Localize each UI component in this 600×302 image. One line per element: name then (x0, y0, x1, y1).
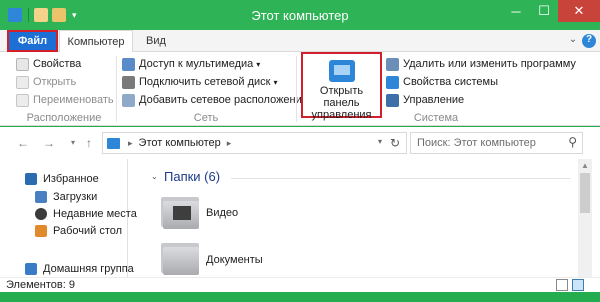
nav-item-favorites[interactable]: Избранное (25, 171, 99, 187)
homegroup-icon (25, 263, 37, 275)
open-control-panel-button[interactable]: Открыть панель управления (301, 52, 382, 121)
recent-places-icon (35, 208, 47, 220)
properties-button[interactable]: Свойства (16, 56, 81, 72)
section-title-folders[interactable]: Папки (6) (164, 169, 220, 184)
rename-label: Переименовать (33, 94, 114, 106)
manage-icon (386, 93, 399, 107)
nav-item-homegroup[interactable]: Домашняя группа (25, 261, 134, 277)
control-panel-label-line1: Открыть панель (319, 85, 364, 109)
address-bar[interactable]: ▸ Этот компьютер ▸ ▾ ↻ (102, 132, 407, 154)
dropdown-arrow-icon: ▾ (256, 59, 261, 69)
nav-item-label: Загрузки (53, 191, 98, 203)
collapse-ribbon-icon[interactable]: ⌄ (566, 34, 580, 48)
group-label-location: Расположение (26, 112, 102, 124)
system-properties-icon (386, 75, 399, 89)
folder-documents-icon[interactable] (161, 239, 201, 275)
up-arrow-icon[interactable]: ↑ (82, 136, 96, 150)
recent-locations-icon[interactable]: ▾ (66, 136, 80, 150)
add-network-location-label: Добавить сетевое расположение (139, 94, 308, 106)
map-network-drive-label: Подключить сетевой диск (139, 76, 271, 88)
uninstall-program-button[interactable]: Удалить или изменить программу (386, 56, 576, 72)
tab-view[interactable]: Вид (136, 30, 176, 52)
media-icon (122, 57, 135, 71)
group-label-network: Сеть (193, 112, 219, 124)
star-icon (25, 173, 37, 185)
open-icon (16, 75, 29, 89)
status-bar: Элементов: 9 (0, 277, 600, 292)
nav-item-downloads[interactable]: Загрузки (35, 189, 97, 205)
collapse-section-icon[interactable]: ⌄ (151, 172, 158, 181)
vertical-scrollbar[interactable]: ▲ (578, 159, 592, 277)
ribbon-panel: Свойства Открыть Переименовать Расположе… (0, 52, 600, 126)
add-network-location-button[interactable]: Добавить сетевое расположение (122, 92, 308, 108)
manage-button[interactable]: Управление (386, 92, 464, 108)
folder-video-icon[interactable] (161, 193, 201, 229)
scrollbar-thumb[interactable] (580, 173, 590, 213)
nav-item-label: Рабочий стол (53, 225, 123, 237)
manage-label: Управление (403, 94, 465, 106)
item-count: Элементов: 9 (6, 279, 75, 291)
media-access-label: Доступ к мультимедиа (139, 58, 254, 70)
control-panel-label-line2: управления (311, 109, 372, 121)
check-icon (16, 57, 29, 71)
uninstall-program-label: Удалить или изменить программу (403, 58, 576, 70)
map-network-drive-button[interactable]: Подключить сетевой диск ▾ (122, 74, 277, 90)
nav-item-label: Избранное (43, 173, 99, 185)
dropdown-arrow-icon: ▾ (273, 77, 278, 87)
tab-computer[interactable]: Компьютер (59, 30, 133, 53)
folder-label-video[interactable]: Видео (206, 207, 238, 219)
rename-button[interactable]: Переименовать (16, 92, 114, 108)
breadcrumb-this-pc[interactable]: Этот компьютер (139, 137, 221, 149)
navigation-bar: ← → ▾ ↑ ▸ Этот компьютер ▸ ▾ ↻ Поиск: Эт… (0, 127, 600, 159)
minimize-button[interactable]: ─ (502, 0, 530, 22)
title-bar: ▾ Этот компьютер ─ ☐ ✕ (0, 0, 600, 30)
properties-label: Свойства (33, 58, 82, 70)
nav-item-label: Недавние места (53, 208, 137, 220)
navigation-tree: Избранное Загрузки Недавние места Рабочи… (13, 159, 137, 277)
group-separator (116, 56, 117, 122)
navigation-pane: Избранное Загрузки Недавние места Рабочи… (0, 159, 141, 277)
explorer-window: ▾ Этот компьютер ─ ☐ ✕ Файл Компьютер Ви… (0, 0, 600, 302)
tab-file[interactable]: Файл (7, 30, 58, 52)
group-label-system: Система (413, 112, 459, 124)
system-properties-button[interactable]: Свойства системы (386, 74, 498, 90)
nav-item-desktop[interactable]: Рабочий стол (35, 223, 122, 239)
network-drive-icon (122, 75, 135, 89)
search-input[interactable]: Поиск: Этот компьютер ⚲ (410, 132, 583, 154)
search-icon[interactable]: ⚲ (568, 135, 577, 149)
forward-arrow-icon[interactable]: → (42, 136, 56, 150)
close-button[interactable]: ✕ (558, 0, 600, 22)
address-history-icon[interactable]: ▾ (378, 137, 382, 146)
nav-item-recent-places[interactable]: Недавние места (35, 206, 137, 222)
control-panel-icon (328, 60, 355, 82)
breadcrumb-separator-icon[interactable]: ▸ (227, 138, 232, 149)
computer-icon (107, 137, 120, 149)
scroll-up-icon[interactable]: ▲ (578, 161, 592, 170)
open-button[interactable]: Открыть (16, 74, 76, 90)
system-properties-label: Свойства системы (403, 76, 499, 88)
breadcrumb-separator-icon[interactable]: ▸ (128, 138, 133, 149)
details-view-icon[interactable] (556, 279, 568, 291)
help-icon[interactable]: ? (582, 34, 596, 48)
folder-label-documents[interactable]: Документы (206, 254, 263, 266)
section-divider (231, 178, 571, 179)
rename-icon (16, 93, 29, 107)
nav-item-label: Домашняя группа (43, 263, 134, 275)
large-icons-view-icon[interactable] (572, 279, 584, 291)
media-access-button[interactable]: Доступ к мультимедиа ▾ (122, 56, 260, 72)
network-location-icon (122, 93, 135, 107)
group-separator (296, 56, 297, 122)
content-pane: ⌄ Папки (6) Видео Документы (141, 159, 600, 277)
ribbon-tabs: Файл Компьютер Вид ⌄ ? (0, 30, 600, 53)
refresh-icon[interactable]: ↻ (390, 136, 400, 150)
desktop-icon (35, 225, 47, 237)
back-arrow-icon[interactable]: ← (16, 136, 30, 150)
downloads-icon (35, 191, 47, 203)
search-placeholder: Поиск: Этот компьютер (417, 137, 536, 149)
maximize-button[interactable]: ☐ (530, 0, 558, 22)
open-label: Открыть (33, 76, 77, 88)
programs-icon (386, 57, 399, 71)
